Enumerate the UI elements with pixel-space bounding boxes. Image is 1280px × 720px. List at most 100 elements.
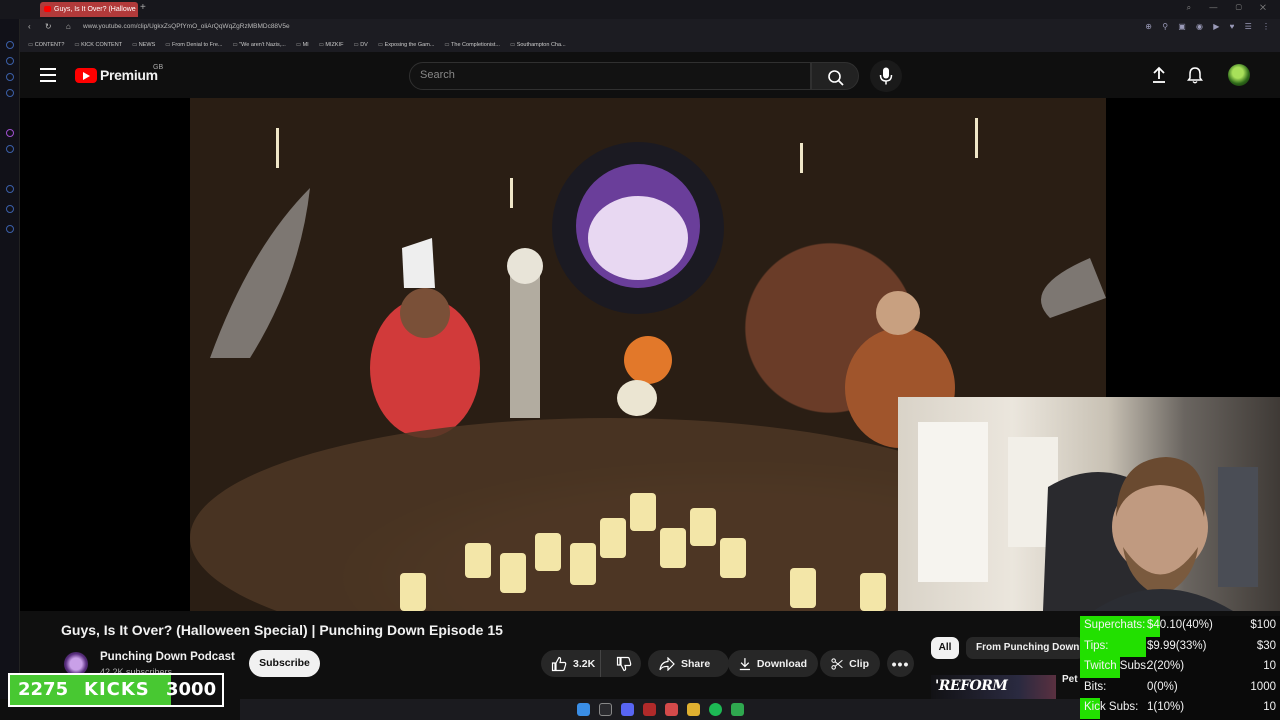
stat-label: Superchats: [1084, 619, 1146, 631]
stat-row-tips: Tips: $9.99(33%) $30 [1080, 636, 1280, 658]
sidebar-icon[interactable] [6, 129, 14, 137]
voice-search-button[interactable] [870, 60, 902, 92]
stat-goal: 10 [1263, 701, 1276, 714]
browser-tab-active[interactable]: Guys, Is It Over? (Hallowe [40, 2, 138, 17]
navigation-buttons[interactable]: ‹ ↻ ⌂ [28, 22, 77, 31]
file-explorer-icon[interactable] [686, 703, 700, 716]
recommendation-thumbnail-text: 'REFORM [935, 678, 1008, 694]
extension-icons[interactable]: ⊕ ⚲ ▣ ◉ ▶ ♥ ☰ ⋮ [1145, 22, 1274, 31]
stat-value: $9.99(33%) [1147, 639, 1207, 652]
video-title: Guys, Is It Over? (Halloween Special) | … [61, 622, 503, 638]
browser-sidebar [0, 19, 20, 699]
stat-goal: $100 [1250, 619, 1276, 631]
bookmark-item[interactable]: MIZKIF [319, 42, 343, 48]
scissors-icon [831, 657, 843, 670]
sidebar-icon[interactable] [6, 145, 14, 153]
browser-tab-bar [0, 0, 1280, 19]
discord-icon[interactable] [620, 703, 634, 716]
download-button[interactable]: Download [728, 650, 818, 677]
sidebar-icon[interactable] [6, 89, 14, 97]
opera-icon[interactable] [664, 703, 678, 716]
new-tab-button[interactable]: + [140, 2, 146, 13]
like-dislike-group: 3.2K [541, 650, 641, 677]
browser-icon[interactable] [642, 703, 656, 716]
sidebar-icon[interactable] [6, 225, 14, 233]
bookmark-item[interactable]: NEWS [132, 42, 156, 48]
stat-row-bits: Bits: 0(0%) 1000 [1080, 678, 1280, 699]
windows-start-icon[interactable] [576, 703, 590, 716]
stat-label: Kick Subs: [1084, 701, 1139, 714]
url-field[interactable]: www.youtube.com/clip/UgkxZsQPfYmO_oliArQ… [83, 23, 290, 30]
thumbs-up-icon [551, 656, 567, 671]
bookmark-item[interactable]: Southampton Cha... [510, 42, 566, 48]
xbox-icon[interactable] [730, 703, 744, 716]
bookmark-item[interactable]: "We aren't Nazis,... [232, 42, 286, 48]
bookmark-item[interactable]: KICK CONTENT [74, 42, 122, 48]
sidebar-icon[interactable] [6, 185, 14, 193]
streamer-webcam [898, 397, 1280, 611]
youtube-favicon-icon [44, 6, 51, 12]
search-taskbar-icon[interactable] [598, 703, 612, 716]
bookmark-item[interactable]: From Denial to Fre... [165, 42, 222, 48]
dislike-button[interactable] [607, 650, 641, 677]
kicks-current-count: 2275 [18, 679, 69, 700]
youtube-premium-wordmark[interactable]: Premium [100, 67, 158, 83]
search-input[interactable] [409, 62, 811, 90]
stat-value: 2(20%) [1147, 660, 1185, 673]
share-button[interactable]: Share [648, 650, 729, 677]
stat-label: Tips: [1084, 639, 1109, 652]
bookmark-item[interactable]: CONTENT? [28, 42, 65, 48]
spotify-icon[interactable] [708, 703, 722, 716]
microphone-icon [879, 67, 893, 85]
hamburger-menu-icon[interactable] [40, 68, 56, 82]
kicks-goal-target: 3000 [166, 679, 217, 700]
bookmark-item[interactable]: Exposing the Gam... [378, 42, 435, 48]
download-label: Download [756, 657, 807, 670]
stat-value: 0(0%) [1147, 680, 1178, 693]
bookmarks-bar: CONTENT? KICK CONTENT NEWS From Denial t… [20, 38, 1280, 52]
country-code: GB [153, 64, 164, 71]
chip-from-channel[interactable]: From Punching Down [966, 637, 1084, 659]
upload-icon[interactable] [1150, 66, 1168, 84]
stat-row-kick-subs: Kick Subs: 1(10%) 10 [1080, 698, 1280, 719]
window-controls[interactable]: ⌕ — ▢ ✕ [1187, 3, 1274, 13]
like-button[interactable]: 3.2K [541, 650, 602, 677]
bookmark-item[interactable]: DV [353, 42, 368, 48]
notifications-bell-icon[interactable] [1186, 66, 1204, 84]
thumbs-down-icon [617, 656, 632, 671]
stat-label: Bits: [1084, 680, 1107, 693]
share-label: Share [681, 657, 711, 670]
stat-goal: 1000 [1250, 680, 1276, 693]
download-icon [739, 657, 750, 670]
youtube-logo-icon[interactable] [75, 68, 97, 83]
chip-all[interactable]: All [931, 637, 959, 659]
stat-row-superchats: Superchats: $40.10(40%) $100 [1080, 616, 1280, 637]
clip-button[interactable]: Clip [820, 650, 880, 677]
share-arrow-icon [659, 656, 675, 671]
kicks-label: KICKS [84, 679, 150, 700]
bookmark-item[interactable]: The Completionist... [444, 42, 500, 48]
sidebar-icon[interactable] [6, 41, 14, 49]
recommendation-title[interactable]: Pet [1062, 674, 1078, 685]
sidebar-icon[interactable] [6, 57, 14, 65]
sidebar-icon[interactable] [6, 73, 14, 81]
account-avatar[interactable] [1228, 64, 1250, 86]
sidebar-icon[interactable] [6, 205, 14, 213]
channel-name[interactable]: Punching Down Podcast [100, 651, 235, 663]
like-count: 3.2K [573, 657, 596, 670]
stat-goal: 10 [1263, 660, 1276, 673]
clip-label: Clip [849, 657, 869, 670]
search-placeholder: Search [420, 69, 455, 81]
stat-row-twitch-subs: Twitch Subs: 2(20%) 10 [1080, 657, 1280, 678]
more-actions-button[interactable]: ••• [887, 650, 914, 677]
stat-value: 1(10%) [1147, 701, 1185, 714]
tab-title: Guys, Is It Over? (Hallowe [54, 6, 136, 13]
bookmark-item[interactable]: MI [296, 42, 309, 48]
stat-label: Twitch Subs: [1084, 660, 1150, 673]
search-icon [828, 70, 844, 86]
search-button[interactable] [811, 62, 859, 90]
stat-value: $40.10(40%) [1147, 619, 1213, 631]
stat-goal: $30 [1256, 639, 1276, 652]
subscribe-button[interactable]: Subscribe [249, 650, 320, 677]
webcam-scene [918, 422, 1258, 611]
